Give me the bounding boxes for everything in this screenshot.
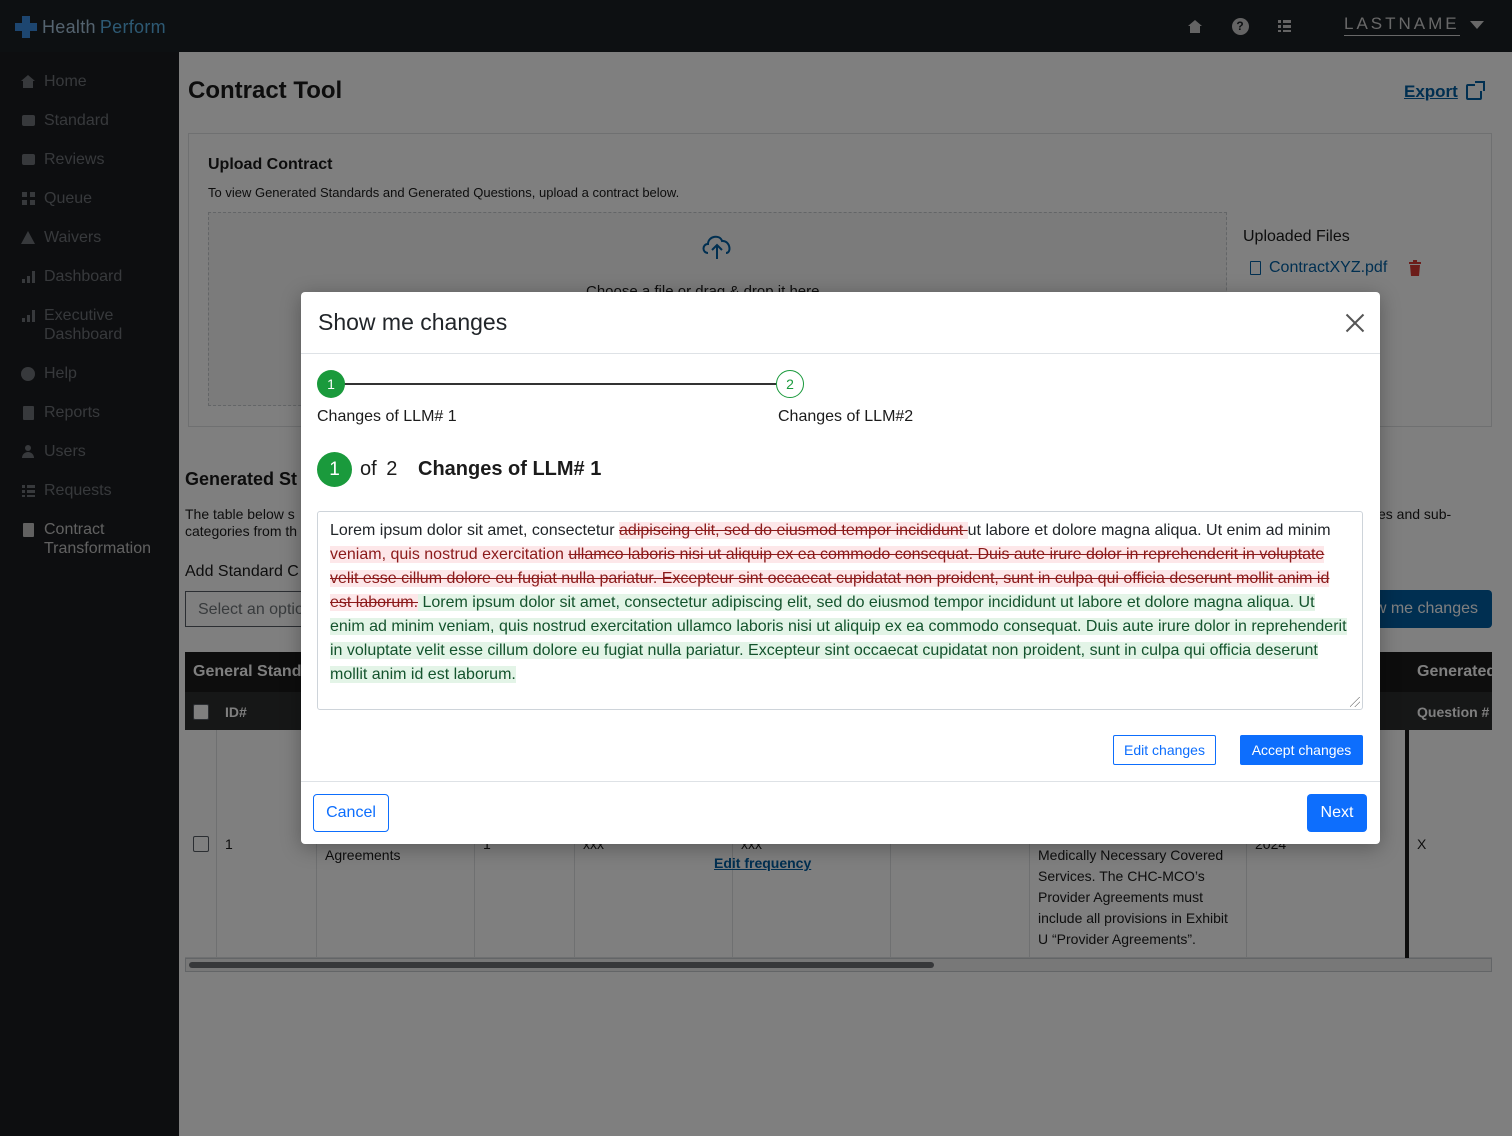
deleted-text: adipiscing elit, sed do eiusmod tempor i… [619, 522, 968, 539]
unchanged-text: Lorem ipsum dolor sit amet, consectetur [330, 522, 620, 539]
cancel-button[interactable]: Cancel [313, 794, 389, 832]
step-indicator-1[interactable]: 1 [317, 370, 345, 398]
stepper-connector [344, 383, 776, 385]
inserted-text: Lorem ipsum dolor sit amet, consectetur … [330, 594, 1347, 683]
changes-textarea[interactable]: Lorem ipsum dolor sit amet, consectetur … [317, 511, 1363, 710]
modal-title: Show me changes [318, 309, 508, 335]
step-count-text: of 2 [360, 458, 398, 480]
close-icon[interactable] [1345, 313, 1365, 333]
modal-header: Show me changes [301, 292, 1380, 354]
resize-handle[interactable] [1350, 697, 1360, 707]
unchanged-text: ut labore et dolore magna aliqua. Ut eni… [967, 522, 1331, 539]
step-indicator-2[interactable]: 2 [776, 370, 804, 398]
changed-text: veniam, quis nostrud exercitation [330, 546, 569, 563]
current-step-badge: 1 [317, 452, 352, 487]
edit-changes-button[interactable]: Edit changes [1113, 735, 1216, 765]
show-changes-modal: Show me changes 1 2 Changes of LLM# 1 Ch… [301, 292, 1380, 844]
step-label-1: Changes of LLM# 1 [317, 408, 457, 425]
step-heading: Changes of LLM# 1 [418, 458, 602, 480]
step-label-2: Changes of LLM#2 [778, 408, 914, 425]
next-button[interactable]: Next [1307, 794, 1367, 832]
accept-changes-button[interactable]: Accept changes [1240, 735, 1363, 765]
modal-footer [301, 781, 1380, 844]
